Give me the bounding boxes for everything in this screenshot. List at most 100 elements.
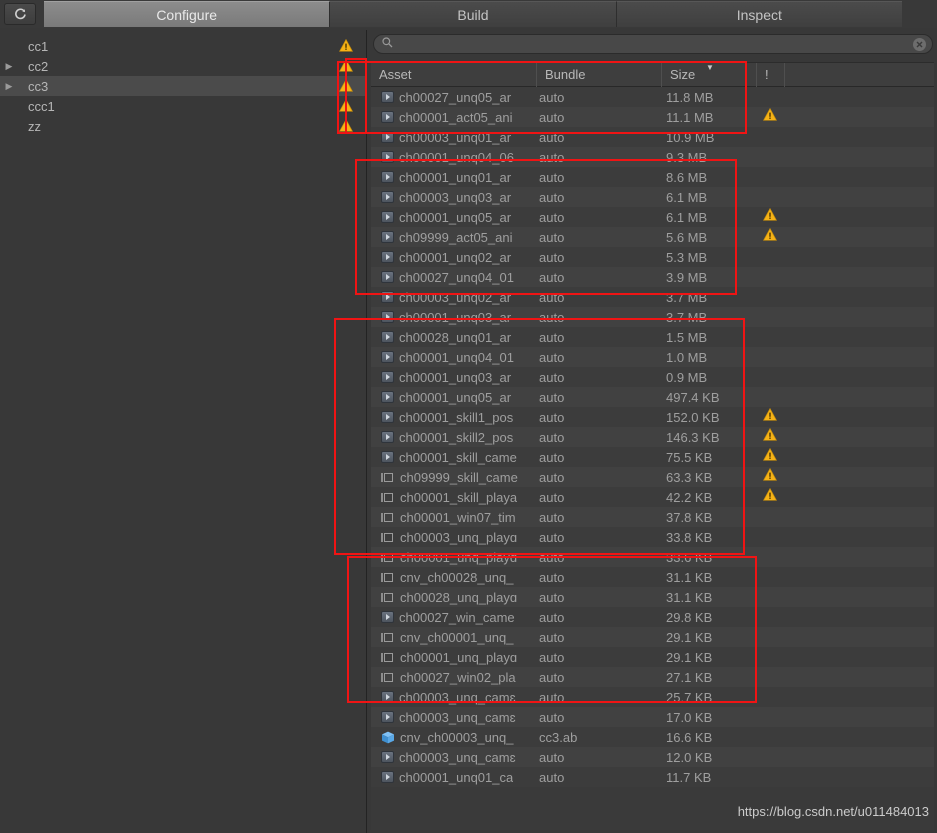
table-row[interactable]: ch00001_unq04_01 auto 1.0 MB [371,347,934,367]
table-row[interactable]: ch00001_act05_ani auto 11.1 MB [371,107,934,127]
cell-size: 5.6 MB [666,229,708,245]
animation-clip-icon [381,471,395,483]
sidebar-item-ccc1[interactable]: ▶ccc1 [0,96,367,116]
prefab-icon [381,731,395,744]
column-header-asset[interactable]: Asset [371,63,536,87]
cell-asset: ch00001_unq04_06 [371,150,536,165]
cell-warning [756,468,784,486]
asset-name: ch00003_unq_playɑ [400,529,518,545]
table-row[interactable]: ch00003_unq01_ar auto 10.9 MB [371,127,934,147]
table-row[interactable]: ch00001_unq01_ar auto 8.6 MB [371,167,934,187]
animation-clip-icon [381,651,395,663]
table-row[interactable]: ch00003_unq03_ar auto 6.1 MB [371,187,934,207]
cell-size: 11.7 KB [666,769,712,785]
table-row[interactable]: ch00028_unq_playɑ auto 31.1 KB [371,587,934,607]
cell-asset: ch00003_unq02_ar [371,290,536,305]
cell-asset: ch00003_unq_playɑ [371,530,536,545]
animation-clip-icon [381,531,395,543]
search-input[interactable] [398,37,913,51]
table-row[interactable]: ch00003_unq_camɛ auto 25.7 KB [371,687,934,707]
table-row[interactable]: cnv_ch00028_unq_ auto 31.1 KB [371,567,934,587]
search-box[interactable] [373,34,933,54]
column-header-warning[interactable]: ! [756,62,784,87]
expand-arrow-icon[interactable]: ▶ [2,61,16,71]
column-header-bundle-label: Bundle [545,67,586,82]
cell-size: 6.1 MB [666,189,708,205]
asset-name: ch00003_unq03_ar [399,189,512,205]
sidebar-item-zz[interactable]: ▶zz [0,116,367,136]
column-header-bundle[interactable]: Bundle [536,62,661,87]
cell-warning [756,448,784,466]
table-row[interactable]: ch00001_unq05_ar auto 6.1 MB [371,207,934,227]
table-row[interactable]: ch00001_unq02_ar auto 5.3 MB [371,247,934,267]
table-row[interactable]: ch00001_win07_tim auto 37.8 KB [371,507,934,527]
cell-size: 31.1 KB [666,589,713,605]
table-row[interactable]: ch00001_unq_playɑ auto 29.1 KB [371,647,934,667]
table-row[interactable]: ch00001_skill2_pos auto 146.3 KB [371,427,934,447]
asset-name: ch00001_skill_came [399,449,517,465]
cell-bundle: auto [539,649,565,665]
cell-asset: ch00001_unq02_ar [371,250,536,265]
cell-size: 8.6 MB [666,169,708,185]
cell-bundle: auto [539,369,565,385]
asset-name: ch00003_unq_camɛ [399,709,516,725]
animation-icon [381,231,394,243]
table-row[interactable]: ch09999_act05_ani auto 5.6 MB [371,227,934,247]
asset-name: ch00001_act05_ani [399,109,513,125]
cell-asset: ch00027_unq05_ar [371,90,536,105]
cell-bundle: auto [539,209,565,225]
asset-name: ch00028_unq01_ar [399,329,512,345]
clear-search-button[interactable] [913,37,926,51]
table-row[interactable]: ch00028_unq01_ar auto 1.5 MB [371,327,934,347]
asset-name: ch00027_win02_pla [400,669,516,685]
sidebar-item-cc2[interactable]: ▶ cc2 [0,56,367,76]
table-row[interactable]: ch00001_unq04_06 auto 9.3 MB [371,147,934,167]
cell-warning [756,488,784,506]
asset-name: ch00003_unq_camɛ [399,689,516,705]
animation-clip-icon [381,591,395,603]
sidebar-item-cc1[interactable]: ▶cc1 [0,36,367,56]
sidebar-item-cc3[interactable]: ▶ cc3 [0,76,367,96]
table-row[interactable]: ch00003_unq_camɛ auto 12.0 KB [371,747,934,767]
expand-arrow-icon[interactable]: ▶ [2,81,16,91]
cell-bundle: auto [539,589,565,605]
table-row[interactable]: cnv_ch00001_unq_ auto 29.1 KB [371,627,934,647]
cell-bundle: auto [539,489,565,505]
table-row[interactable]: ch00027_unq05_ar auto 11.8 MB [371,87,934,107]
table-row[interactable]: ch00027_win02_pla auto 27.1 KB [371,667,934,687]
table-row[interactable]: ch00001_unq03_ar auto 3.7 MB [371,307,934,327]
tab-inspect[interactable]: Inspect [616,1,902,27]
table-row[interactable]: ch00027_win_came auto 29.8 KB [371,607,934,627]
table-row[interactable]: ch00001_skill1_pos auto 152.0 KB [371,407,934,427]
table-row[interactable]: ch00001_unq05_ar auto 497.4 KB [371,387,934,407]
table-row[interactable]: ch09999_skill_came auto 63.3 KB [371,467,934,487]
table-row[interactable]: ch00001_skill_playa auto 42.2 KB [371,487,934,507]
tab-configure[interactable]: Configure [44,1,331,27]
asset-table-body: ch00027_unq05_ar auto 11.8 MB ch00001_act05… [371,87,934,787]
table-row[interactable]: ch00003_unq02_ar auto 3.7 MB [371,287,934,307]
tab-build[interactable]: Build [330,1,617,27]
table-row[interactable]: ch00003_unq_camɛ auto 17.0 KB [371,707,934,727]
cell-bundle: auto [539,709,565,725]
cell-size: 11.1 MB [666,109,714,125]
table-row[interactable]: ch00003_unq_playɑ auto 33.8 KB [371,527,934,547]
asset-name: ch00001_unq01_ar [399,169,512,185]
warning-icon [339,59,353,77]
search-bar [373,34,933,54]
cell-size: 1.5 MB [666,329,708,345]
warning-icon [763,428,777,446]
table-row[interactable]: ch00001_unq01_ca auto 11.7 KB [371,767,934,787]
table-row[interactable]: ch00027_unq04_01 auto 3.9 MB [371,267,934,287]
table-row[interactable]: ch00001_unq03_ar auto 0.9 MB [371,367,934,387]
table-row[interactable]: cnv_ch00003_unq_ cc3.ab 16.6 KB [371,727,934,747]
column-header-size[interactable]: Size ▼ [661,62,756,87]
refresh-button[interactable] [4,3,36,25]
table-row[interactable]: ch00001_skill_came auto 75.5 KB [371,447,934,467]
asset-name: cnv_ch00028_unq_ [400,569,514,585]
column-header-size-label: Size [670,67,696,82]
cell-bundle: auto [539,109,565,125]
animation-icon [381,691,394,703]
animation-icon [381,431,394,443]
table-row[interactable]: ch00001_unq_playɑ auto 33.6 KB [371,547,934,567]
app-root: Configure Build Inspect ▶cc1 ▶ cc2 ▶ cc3 ▶ccc… [0,0,937,833]
